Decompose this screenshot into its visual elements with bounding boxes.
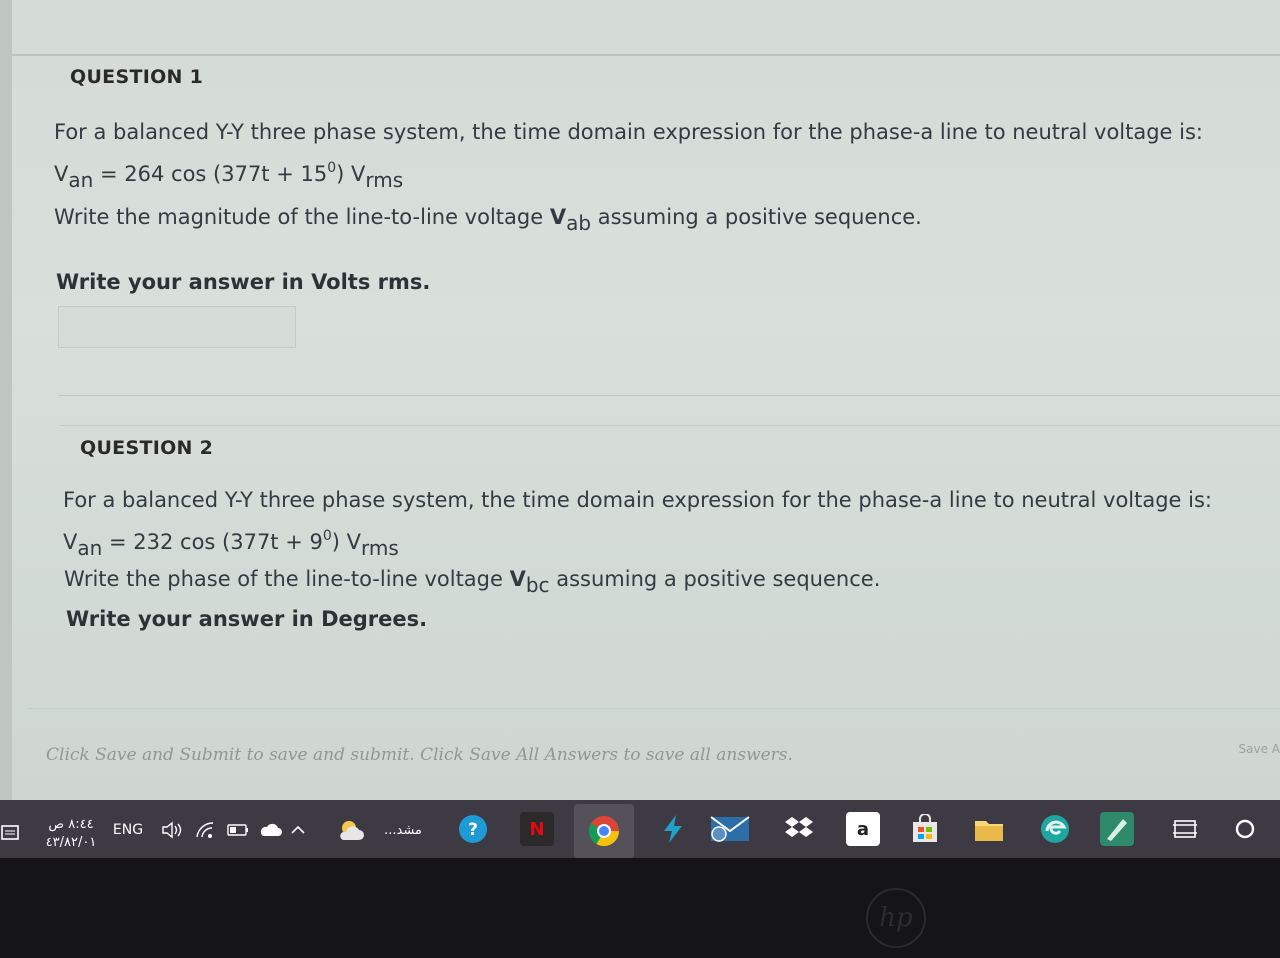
eq-unit: rms xyxy=(361,536,399,560)
ask-v: V xyxy=(549,205,567,229)
top-divider xyxy=(12,54,1280,56)
file-explorer-icon[interactable] xyxy=(972,812,1006,846)
weather-icon[interactable] xyxy=(336,810,366,850)
question-2-intro: For a balanced Y-Y three phase system, t… xyxy=(63,488,1213,512)
notifications-icon[interactable] xyxy=(0,814,20,854)
search-box[interactable]: ...مشد xyxy=(372,810,434,850)
store-icon[interactable] xyxy=(908,812,942,846)
help-app-icon[interactable]: ? xyxy=(456,812,490,846)
eq-close: ) V xyxy=(336,162,366,186)
eq-close: ) V xyxy=(331,530,361,554)
ask-text: Write the phase of the line-to-line volt… xyxy=(64,567,510,591)
eq-subscript: an xyxy=(77,536,103,560)
footer-instructions: Click Save and Submit to save and submit… xyxy=(46,745,793,765)
question-1-instruction: Write your answer in Volts rms. xyxy=(56,270,431,294)
clock-date: ٤٣/٨٢/٠١ xyxy=(45,835,97,850)
question-separator xyxy=(58,395,1280,396)
browser-viewport: QUESTION 1 For a balanced Y-Y three phas… xyxy=(0,0,1280,800)
chevron-up-icon[interactable] xyxy=(288,810,308,850)
ask-subscript: ab xyxy=(566,211,592,235)
chrome-icon[interactable] xyxy=(574,804,634,858)
question-1-intro: For a balanced Y-Y three phase system, t… xyxy=(54,120,1204,144)
dropbox-icon[interactable] xyxy=(782,812,816,846)
eq-expression: = 232 cos (377t + 9 xyxy=(102,530,323,554)
question-2-ask: Write the phase of the line-to-line volt… xyxy=(64,567,880,597)
eq-v: V xyxy=(63,530,78,554)
page-left-edge xyxy=(0,0,12,800)
task-view-icon[interactable] xyxy=(1168,812,1202,846)
netflix-icon[interactable]: N xyxy=(520,812,554,846)
eq-unit: rms xyxy=(365,168,404,192)
ask-text-end: assuming a positive sequence. xyxy=(591,205,922,229)
question-1-title: QUESTION 1 xyxy=(70,66,204,88)
eq-superscript: 0 xyxy=(322,528,332,544)
svg-text:?: ? xyxy=(468,820,478,840)
bolt-app-icon[interactable] xyxy=(656,812,690,846)
laptop-bezel xyxy=(0,858,1280,958)
edge-browser-icon[interactable] xyxy=(1038,812,1072,846)
eq-expression: = 264 cos (377t + 15 xyxy=(93,162,328,186)
save-all-answers-button[interactable]: Save A xyxy=(1239,742,1280,756)
question-1-equation: Van = 264 cos (377t + 150) Vrms xyxy=(54,160,403,192)
question-2-instruction: Write your answer in Degrees. xyxy=(66,607,428,631)
battery-icon[interactable] xyxy=(224,810,252,850)
onedrive-cloud-icon[interactable] xyxy=(256,810,284,850)
language-indicator[interactable]: ENG xyxy=(110,810,146,850)
cortana-icon[interactable] xyxy=(1228,812,1262,846)
eq-superscript: 0 xyxy=(327,160,337,176)
ask-v: V xyxy=(509,567,526,591)
sketch-app-icon[interactable] xyxy=(1100,812,1134,846)
wifi-icon[interactable] xyxy=(192,810,220,850)
volume-icon[interactable] xyxy=(158,810,186,850)
question-1-ask: Write the magnitude of the line-to-line … xyxy=(54,205,922,235)
hp-logo: hp xyxy=(866,888,926,948)
eq-v: V xyxy=(54,162,69,186)
ask-text-end: assuming a positive sequence. xyxy=(549,567,881,591)
clock-time: ٨:٤٤ ص xyxy=(48,817,94,832)
ask-subscript: bc xyxy=(525,573,550,597)
amazon-icon[interactable]: a xyxy=(846,812,880,846)
question-1-answer-input[interactable] xyxy=(58,306,296,348)
taskbar-clock[interactable]: ٨:٤٤ ص ٤٣/٨٢/٠١ xyxy=(36,816,106,852)
mail-icon[interactable] xyxy=(706,812,752,846)
ask-text: Write the magnitude of the line-to-line … xyxy=(54,205,550,229)
eq-subscript: an xyxy=(68,168,94,192)
question-2-title: QUESTION 2 xyxy=(80,437,214,459)
question-2-equation: Van = 232 cos (377t + 90) Vrms xyxy=(63,528,399,560)
